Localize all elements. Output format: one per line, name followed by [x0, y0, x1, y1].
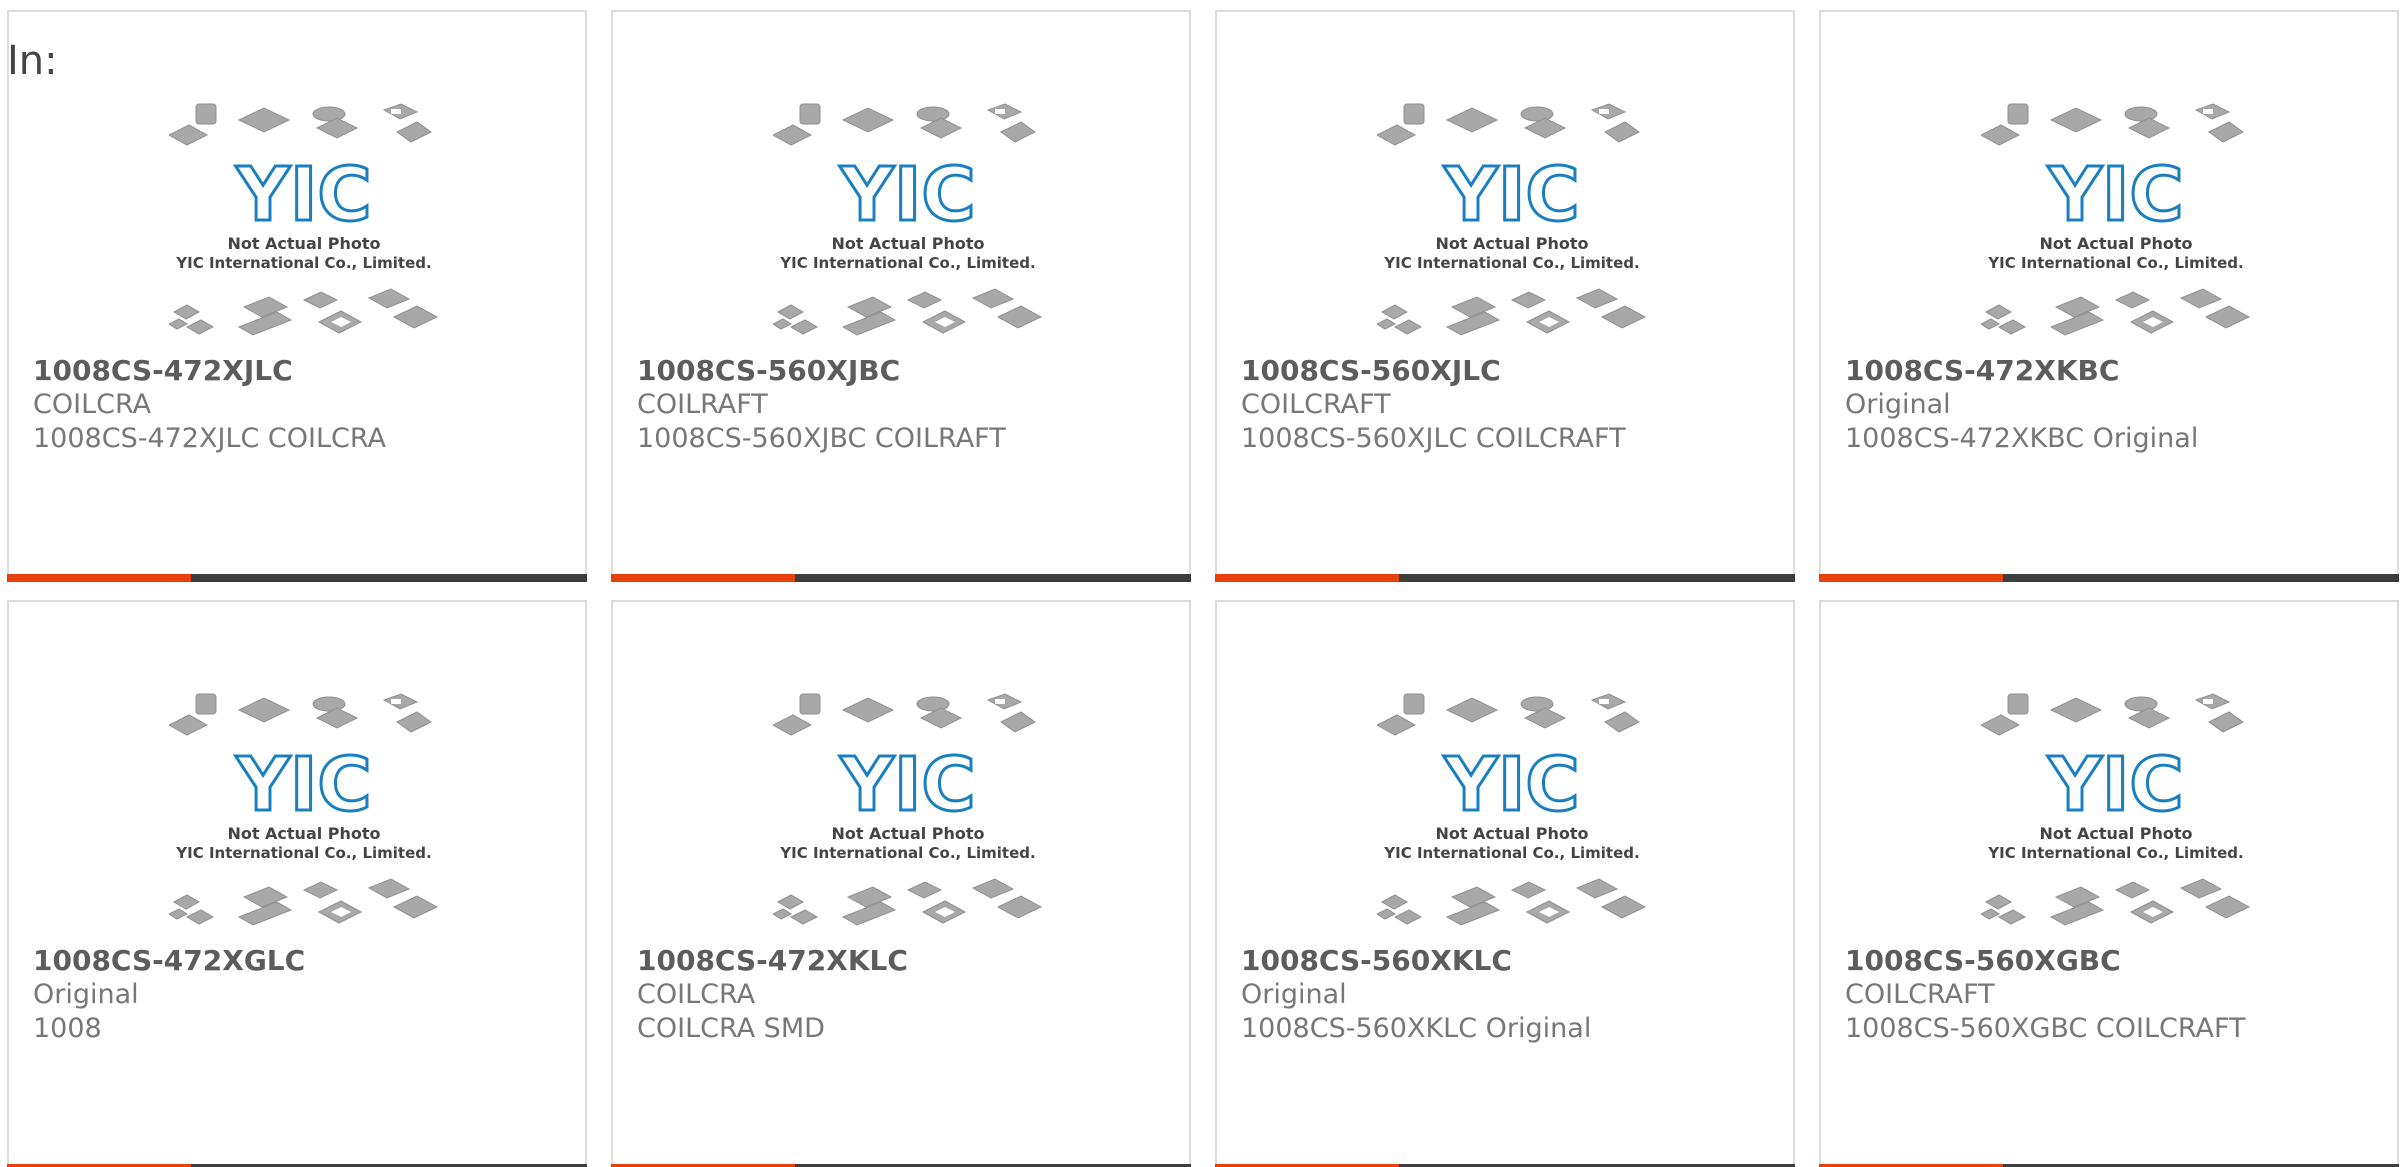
product-grid-page: In: YIC Not Actual Photo YIC Internation…	[0, 0, 2400, 1167]
svg-text:YIC International Co., Limited: YIC International Co., Limited.	[779, 844, 1035, 862]
yic-logo-icon: YIC	[2046, 741, 2185, 830]
product-description: 1008	[33, 1013, 102, 1044]
yic-logo-icon: YIC	[1442, 151, 1581, 240]
card-footer-bar	[7, 574, 587, 582]
product-part-number[interactable]: 1008CS-472XKBC	[1845, 354, 2119, 387]
card-footer-accent	[1819, 574, 2003, 582]
yic-logo-icon: YIC	[838, 151, 977, 240]
card-footer-accent	[7, 574, 191, 582]
card-footer-bar	[1819, 574, 2399, 582]
product-card[interactable]: YIC Not Actual Photo YIC International C…	[1215, 10, 1795, 582]
svg-text:Not Actual Photo: Not Actual Photo	[2039, 234, 2192, 253]
svg-text:YIC: YIC	[839, 152, 975, 238]
svg-text:Not Actual Photo: Not Actual Photo	[831, 234, 984, 253]
in-label: In:	[7, 38, 58, 84]
product-manufacturer: Original	[1845, 389, 1951, 420]
yic-logo-icon: YIC	[838, 741, 977, 830]
not-actual-photo-placeholder-image: YIC Not Actual Photo YIC International C…	[773, 693, 1043, 926]
product-manufacturer: COILCRAFT	[1845, 979, 1995, 1010]
svg-text:YIC: YIC	[235, 742, 371, 828]
yic-logo-icon: YIC	[234, 741, 373, 830]
svg-text:YIC: YIC	[2047, 742, 2183, 828]
product-part-number[interactable]: 1008CS-560XJBC	[637, 354, 900, 387]
svg-text:YIC: YIC	[1443, 152, 1579, 238]
yic-logo-icon: YIC	[1442, 741, 1581, 830]
product-description: 1008CS-560XKLC Original	[1241, 1013, 1592, 1044]
svg-text:YIC International Co., Limited: YIC International Co., Limited.	[1987, 254, 2243, 272]
svg-text:YIC International Co., Limited: YIC International Co., Limited.	[779, 254, 1035, 272]
not-actual-photo-placeholder-image: YIC Not Actual Photo YIC International C…	[1981, 693, 2251, 926]
svg-text:Not Actual Photo: Not Actual Photo	[227, 234, 380, 253]
product-part-number[interactable]: 1008CS-472XJLC	[33, 354, 293, 387]
product-part-number[interactable]: 1008CS-560XJLC	[1241, 354, 1501, 387]
product-description: COILCRA SMD	[637, 1013, 825, 1044]
card-footer-accent	[611, 574, 795, 582]
product-description: 1008CS-472XKBC Original	[1845, 423, 2199, 454]
product-manufacturer: COILCRA	[33, 389, 152, 420]
product-card[interactable]: YIC Not Actual Photo YIC International C…	[1819, 10, 2399, 582]
product-card[interactable]: YIC Not Actual Photo YIC International C…	[611, 10, 1191, 582]
product-manufacturer: COILCRA	[637, 979, 756, 1010]
not-actual-photo-placeholder-image: YIC Not Actual Photo YIC International C…	[169, 103, 439, 336]
product-grid: YIC Not Actual Photo YIC International C…	[0, 0, 2400, 1167]
svg-text:YIC International Co., Limited: YIC International Co., Limited.	[1987, 844, 2243, 862]
product-part-number[interactable]: 1008CS-560XGBC	[1845, 944, 2121, 977]
not-actual-photo-placeholder-image: YIC Not Actual Photo YIC International C…	[773, 103, 1043, 336]
product-card[interactable]: YIC Not Actual Photo YIC International C…	[7, 600, 587, 1167]
svg-text:YIC: YIC	[1443, 742, 1579, 828]
svg-text:YIC International Co., Limited: YIC International Co., Limited.	[175, 844, 431, 862]
product-manufacturer: Original	[1241, 979, 1347, 1010]
product-manufacturer: COILRAFT	[637, 389, 768, 420]
yic-logo-icon: YIC	[234, 151, 373, 240]
svg-text:Not Actual Photo: Not Actual Photo	[2039, 824, 2192, 843]
svg-text:YIC International Co., Limited: YIC International Co., Limited.	[1383, 254, 1639, 272]
product-description: 1008CS-560XJLC COILCRAFT	[1241, 423, 1626, 454]
not-actual-photo-placeholder-image: YIC Not Actual Photo YIC International C…	[1377, 103, 1647, 336]
svg-text:YIC International Co., Limited: YIC International Co., Limited.	[175, 254, 431, 272]
svg-text:YIC: YIC	[2047, 152, 2183, 238]
svg-text:Not Actual Photo: Not Actual Photo	[831, 824, 984, 843]
svg-text:Not Actual Photo: Not Actual Photo	[1435, 824, 1588, 843]
not-actual-photo-placeholder-image: YIC Not Actual Photo YIC International C…	[1981, 103, 2251, 336]
not-actual-photo-placeholder-image: YIC Not Actual Photo YIC International C…	[169, 693, 439, 926]
svg-text:YIC: YIC	[839, 742, 975, 828]
not-actual-photo-placeholder-image: YIC Not Actual Photo YIC International C…	[1377, 693, 1647, 926]
card-footer-accent	[1215, 574, 1399, 582]
product-card[interactable]: YIC Not Actual Photo YIC International C…	[1215, 600, 1795, 1167]
product-card[interactable]: YIC Not Actual Photo YIC International C…	[7, 10, 587, 582]
product-manufacturer: Original	[33, 979, 139, 1010]
product-card[interactable]: YIC Not Actual Photo YIC International C…	[1819, 600, 2399, 1167]
card-footer-bar	[1215, 574, 1795, 582]
product-card[interactable]: YIC Not Actual Photo YIC International C…	[611, 600, 1191, 1167]
product-part-number[interactable]: 1008CS-560XKLC	[1241, 944, 1512, 977]
product-description: 1008CS-472XJLC COILCRA	[33, 423, 387, 454]
product-description: 1008CS-560XGBC COILCRAFT	[1845, 1013, 2246, 1044]
svg-text:YIC International Co., Limited: YIC International Co., Limited.	[1383, 844, 1639, 862]
card-footer-bar	[611, 574, 1191, 582]
yic-logo-icon: YIC	[2046, 151, 2185, 240]
svg-text:Not Actual Photo: Not Actual Photo	[1435, 234, 1588, 253]
product-part-number[interactable]: 1008CS-472XGLC	[33, 944, 305, 977]
product-manufacturer: COILCRAFT	[1241, 389, 1391, 420]
product-part-number[interactable]: 1008CS-472XKLC	[637, 944, 908, 977]
svg-text:YIC: YIC	[235, 152, 371, 238]
product-description: 1008CS-560XJBC COILRAFT	[637, 423, 1006, 454]
svg-text:Not Actual Photo: Not Actual Photo	[227, 824, 380, 843]
